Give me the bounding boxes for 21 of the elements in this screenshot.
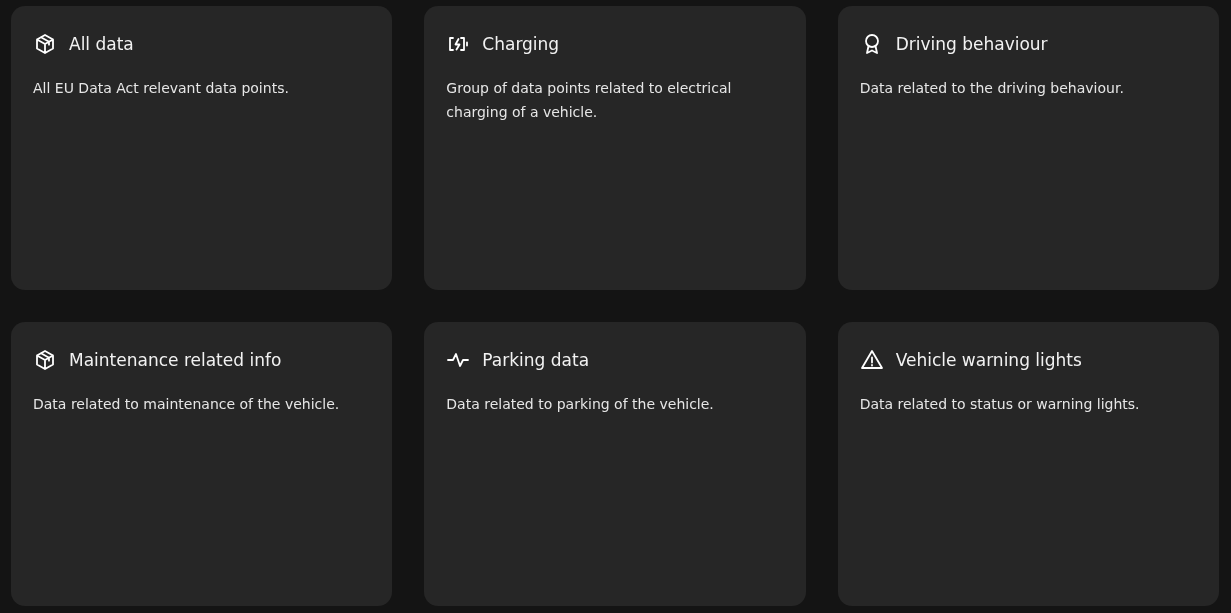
card-description: Data related to status or warning lights. bbox=[859, 395, 1141, 414]
cube-icon bbox=[33, 32, 57, 56]
card-description: Data related to the driving behaviour. bbox=[859, 79, 1125, 98]
cube-icon bbox=[33, 348, 57, 372]
card-title: Charging bbox=[482, 34, 560, 54]
card-background[interactable]: Maintenance related info Data related to maintenance of the vehicle. bbox=[11, 322, 393, 606]
card-background[interactable]: All data All EU Data Act relevant data points. bbox=[11, 6, 393, 290]
card-background[interactable]: Parking data Data related to parking of the vehicle. bbox=[424, 322, 806, 606]
card-title: Vehicle warning lights bbox=[895, 350, 1082, 370]
warning-icon bbox=[859, 348, 884, 372]
card-background[interactable]: Vehicle warning lights Data related to status or warning lights. bbox=[837, 322, 1219, 606]
card-title: Maintenance related info bbox=[69, 350, 282, 370]
card-background[interactable]: Charging Group of data points related to electrical charging of a vehicle. bbox=[424, 6, 806, 290]
card-title: Parking data bbox=[482, 350, 590, 370]
card-description: Group of data points related to electrical charging of a vehicle. bbox=[446, 79, 733, 122]
card-background[interactable]: Driving behaviour Data related to the driving behaviour. bbox=[837, 6, 1219, 290]
card-description: All EU Data Act relevant data points. bbox=[33, 79, 290, 98]
card-description: Data related to parking of the vehicle. bbox=[446, 395, 715, 414]
card-title: All data bbox=[69, 34, 134, 54]
card-description: Data related to maintenance of the vehicle. bbox=[33, 395, 341, 414]
card-title: Driving behaviour bbox=[895, 34, 1048, 54]
